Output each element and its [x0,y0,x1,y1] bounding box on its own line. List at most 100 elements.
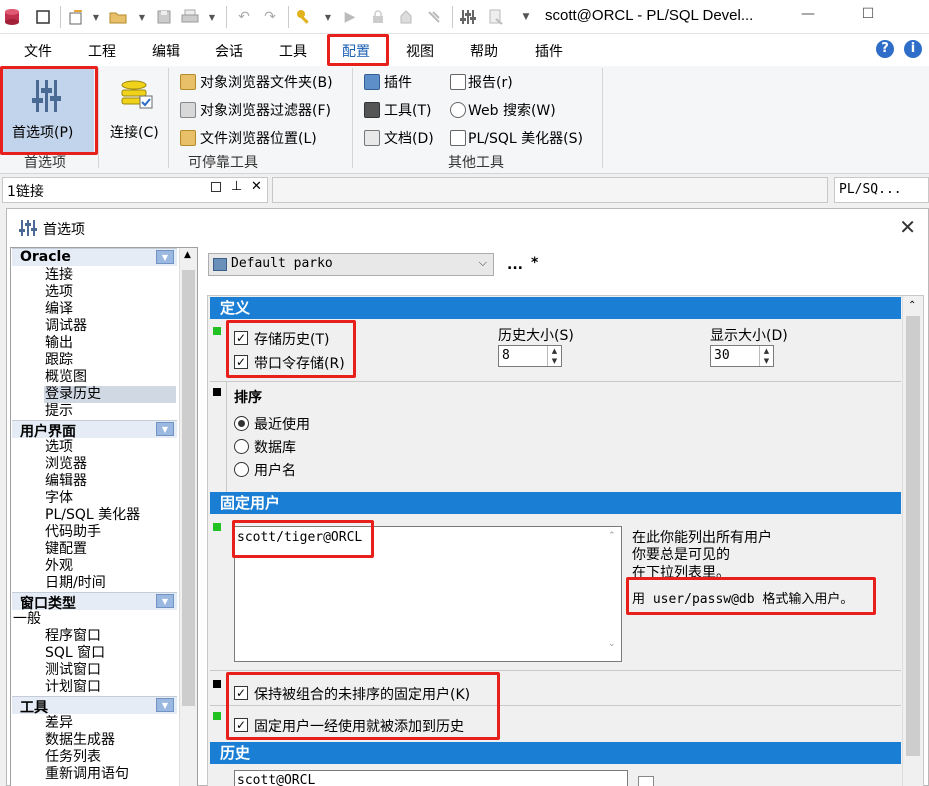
maximize-button[interactable]: ☐ [856,6,880,26]
menu-session[interactable]: 会话 [215,41,243,61]
tree-item[interactable]: 一般 [13,611,41,628]
profile-select[interactable]: Default parko ⌵ [208,253,494,276]
sort-username-radio[interactable] [234,462,249,477]
connect-button[interactable]: 连接(C) [104,68,166,152]
tree-item[interactable]: 浏览器 [45,456,87,473]
plsql-beautifier-button[interactable]: PL/SQL 美化器(S) [468,128,583,148]
tree-item[interactable]: 输出 [45,335,73,352]
tree-item[interactable]: 任务列表 [45,749,101,766]
panel-restore-icon[interactable] [211,182,221,192]
history-edit-icon[interactable] [638,776,654,786]
dialog-close-button[interactable]: ✕ [899,215,916,239]
content-scrollbar[interactable]: ⌃ [902,296,923,786]
collapse-icon[interactable]: ▼ [156,698,174,712]
tree-item[interactable]: 外观 [45,558,73,575]
spinner-arrows-icon[interactable]: ▲ ▼ [547,346,561,366]
tree-item[interactable]: 测试窗口 [45,662,101,679]
menu-help[interactable]: 帮助 [470,41,498,61]
object-browser-filters-button[interactable]: 对象浏览器过滤器(F) [200,100,331,120]
tree-item[interactable]: 字体 [45,490,73,507]
report-icon[interactable] [486,7,506,27]
save-icon[interactable] [154,7,174,27]
scroll-up-icon[interactable]: ⌃ [908,300,916,311]
tree-item[interactable]: PL/SQL 美化器 [45,507,140,524]
database-app-icon[interactable] [2,7,22,27]
quick-access-dropdown-icon[interactable]: ▼ [516,7,536,27]
commit-icon[interactable] [396,7,416,27]
object-browser-folders-button[interactable]: 对象浏览器文件夹(B) [200,72,333,92]
new-icon[interactable] [66,7,86,27]
tree-item[interactable]: 选项 [45,284,73,301]
tree-item[interactable]: 键配置 [45,541,87,558]
web-search-button[interactable]: Web 搜索(W) [468,100,556,120]
menu-plugins[interactable]: 插件 [535,41,563,61]
undo-icon[interactable]: ↶ [234,7,254,27]
menu-edit[interactable]: 编辑 [152,41,180,61]
collapse-icon[interactable]: ▼ [156,422,174,436]
execute-icon[interactable]: ▶ [340,7,360,27]
tree-item[interactable]: 提示 [45,403,73,420]
tree-scrollbar[interactable]: ▲ [179,248,197,786]
key-dropdown-icon[interactable]: ▼ [318,7,338,27]
tree-scroll-thumb[interactable] [182,270,195,706]
key-icon[interactable] [294,7,314,27]
menu-tools[interactable]: 工具 [279,41,307,61]
tree-item[interactable]: 概览图 [45,369,87,386]
tree-item[interactable]: 日期/时间 [45,575,106,592]
tree-item[interactable]: 重新调用语句 [45,766,129,783]
history-list[interactable]: scott@ORCL [234,770,628,786]
profile-star-button[interactable]: * [531,255,538,271]
collapse-icon[interactable]: ▼ [156,250,174,264]
tree-item[interactable]: SQL 窗口 [45,645,105,662]
info-icon[interactable]: i [904,40,922,58]
tree-item[interactable]: 调试器 [45,318,87,335]
panel-pin-icon[interactable]: ⊥ [231,179,242,194]
menu-project[interactable]: 工程 [88,41,116,61]
tree-section-header[interactable]: Oracle ▼ [12,248,177,266]
open-dropdown-icon[interactable]: ▼ [132,7,152,27]
documents-button[interactable]: 文档(D) [384,128,434,148]
panel-close-icon[interactable]: ✕ [251,179,262,194]
help-icon[interactable]: ? [876,40,894,58]
tree-item[interactable]: 编辑器 [45,473,87,490]
display-size-spinner[interactable]: 30 ▲ ▼ [710,345,774,367]
tree-item[interactable]: 登录历史 [44,386,176,403]
tools-button[interactable]: 工具(T) [384,100,431,120]
minimize-button[interactable]: — [796,6,820,26]
open-folder-icon[interactable] [108,7,128,27]
lock-icon[interactable] [368,7,388,27]
tree-item[interactable]: 代码助手 [45,524,101,541]
tree-section-header[interactable]: 窗口类型 ▼ [12,592,177,612]
print-icon[interactable] [180,7,200,27]
tree-item[interactable]: 数据生成器 [45,732,115,749]
redo-icon[interactable]: ↷ [260,7,280,27]
profile-more-button[interactable]: ... [507,257,523,273]
tree-section-header[interactable]: 用户界面 ▼ [12,420,177,440]
fixed-users-scrollbar[interactable]: ⌃ ⌄ [604,527,621,661]
window-icon[interactable] [33,7,53,27]
sort-recent-radio[interactable] [234,416,249,431]
print-dropdown-icon[interactable]: ▼ [202,7,222,27]
tree-item[interactable]: 跟踪 [45,352,73,369]
spinner-arrows-icon[interactable]: ▲ ▼ [759,346,773,366]
menu-view[interactable]: 视图 [406,41,434,61]
collapse-icon[interactable]: ▼ [156,594,174,608]
sort-database-radio[interactable] [234,439,249,454]
file-browser-locations-button[interactable]: 文件浏览器位置(L) [200,128,317,148]
tree-item[interactable]: 计划窗口 [45,679,101,696]
tree-item[interactable]: 连接 [45,267,73,284]
menu-file[interactable]: 文件 [24,41,52,61]
scroll-up-icon[interactable]: ▲ [184,250,191,260]
tree-item[interactable]: 编译 [45,301,73,318]
reports-button[interactable]: 报告(r) [468,72,513,92]
plugins-button[interactable]: 插件 [384,72,412,92]
content-scroll-thumb[interactable] [906,316,920,756]
tree-section-header[interactable]: 工具 ▼ [12,696,177,716]
history-entry[interactable]: scott@ORCL [237,773,315,786]
tree-item[interactable]: 选项 [45,439,73,456]
preferences-toolbar-icon[interactable] [458,7,478,27]
new-dropdown-icon[interactable]: ▼ [86,7,106,27]
rollback-icon[interactable] [424,7,444,27]
tree-item[interactable]: 程序窗口 [45,628,101,645]
tree-item[interactable]: 差异 [45,715,73,732]
